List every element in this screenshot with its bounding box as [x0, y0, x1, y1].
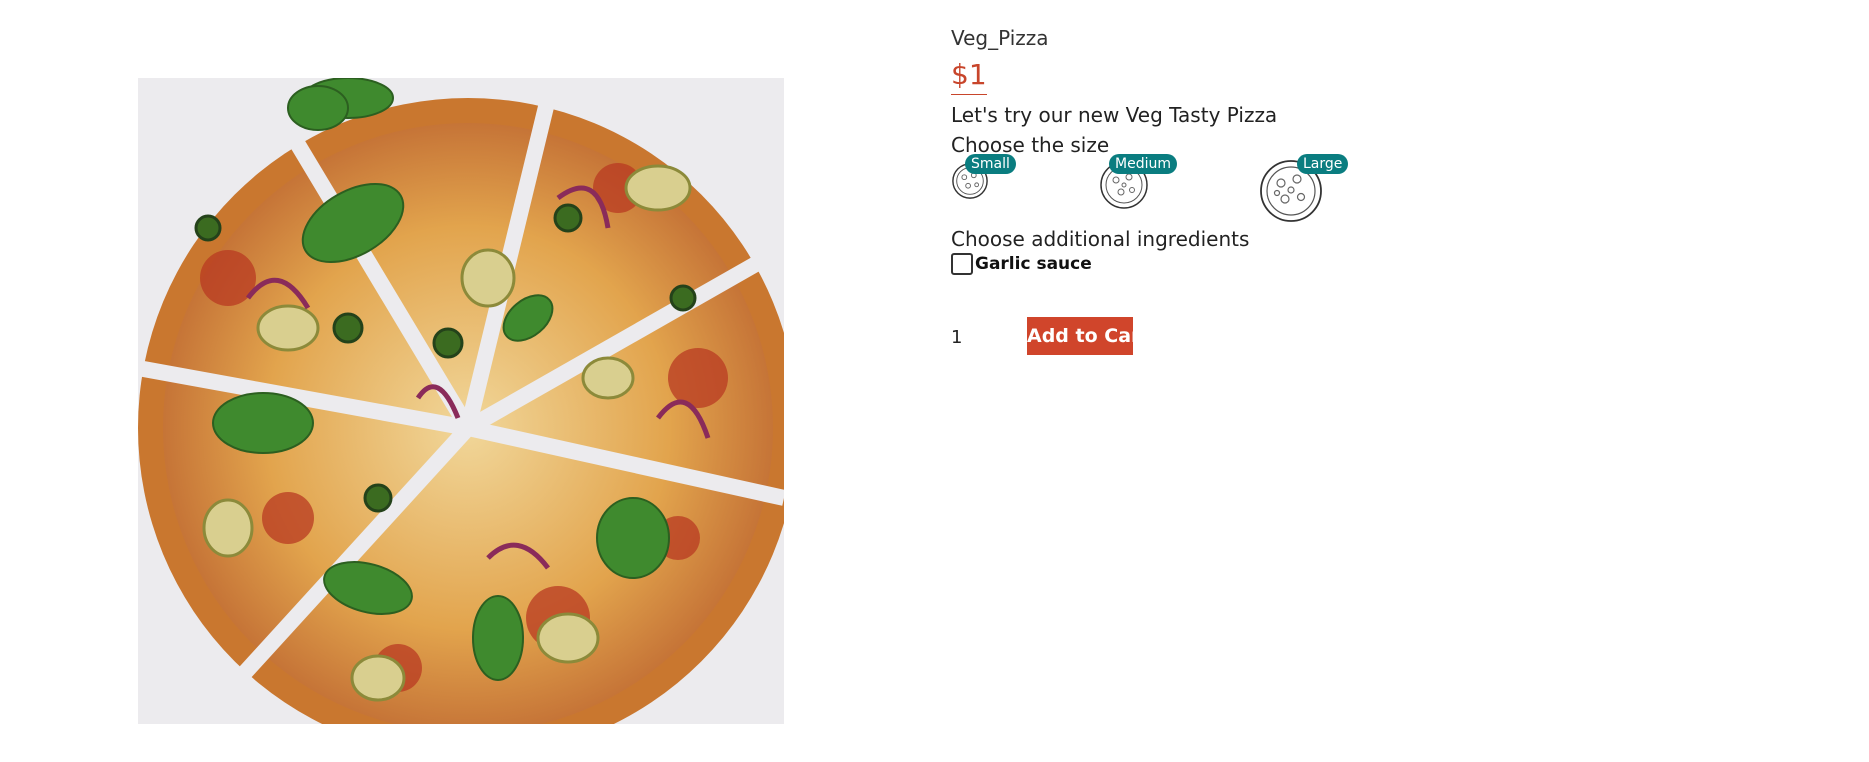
ingredients-section-label: Choose additional ingredients [951, 227, 1250, 251]
product-page: Veg_Pizza $1 Let's try our new Veg Tasty… [0, 0, 1869, 762]
quantity-input[interactable] [951, 323, 1011, 351]
size-badge-large: Large [1297, 154, 1349, 174]
add-to-cart-button[interactable]: Add to Cart [1027, 317, 1133, 355]
ingredient-garlic-sauce[interactable]: Garlic sauce [951, 253, 1092, 275]
product-price: $1 [951, 58, 987, 95]
pizza-image [138, 78, 784, 724]
size-option-small[interactable]: Small [951, 154, 1021, 202]
product-name: Veg_Pizza [951, 26, 1049, 50]
product-description: Let's try our new Veg Tasty Pizza [951, 103, 1278, 127]
size-badge-small: Small [965, 154, 1016, 174]
size-badge-medium: Medium [1109, 154, 1177, 174]
size-option-medium[interactable]: Medium [1099, 154, 1179, 210]
garlic-sauce-checkbox[interactable] [951, 253, 973, 275]
ingredient-label: Garlic sauce [975, 254, 1092, 274]
size-option-large[interactable]: Large [1259, 154, 1349, 224]
product-details: Veg_Pizza $1 Let's try our new Veg Tasty… [951, 0, 1651, 400]
